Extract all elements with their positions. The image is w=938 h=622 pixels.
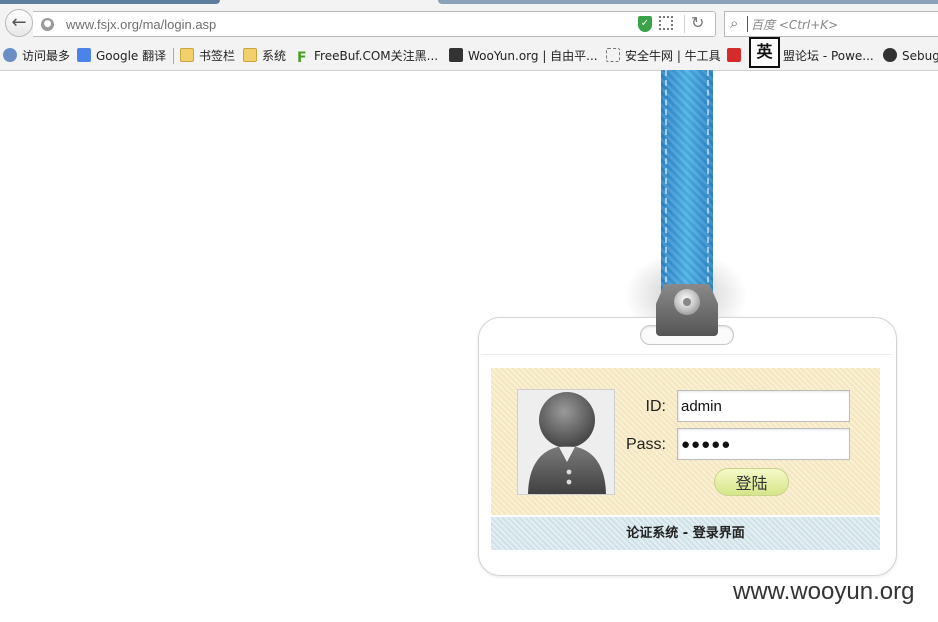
- bookmark-label: 系统: [262, 49, 287, 63]
- bookmark-label: 访问最多: [22, 49, 71, 63]
- wooyun-icon: [449, 48, 463, 62]
- bookmark-label: WooYun.org | 自由平...: [468, 49, 598, 63]
- arrow-left-icon: ←: [11, 12, 27, 33]
- reload-icon[interactable]: ↻: [691, 13, 704, 32]
- bookmark-aqniu[interactable]: 安全牛网 | 牛工具: [606, 47, 721, 65]
- id-label: ID:: [645, 398, 666, 415]
- active-tab-edge[interactable]: [0, 0, 220, 4]
- qr-code-icon[interactable]: [659, 16, 673, 30]
- pass-label: Pass:: [625, 436, 666, 453]
- freebuf-icon: F: [297, 50, 307, 66]
- search-input[interactable]: [751, 16, 931, 34]
- bookmark-label: Google 翻译: [96, 49, 167, 63]
- search-icon[interactable]: ⌕: [730, 14, 738, 32]
- bookmarks-toolbar: 访问最多 Google 翻译 书签栏 系统 F FreeBuf.COM关注黑...…: [0, 44, 938, 68]
- login-button[interactable]: 登陆: [714, 468, 789, 496]
- folder-icon: [180, 48, 194, 62]
- bookmark-label: 书签栏: [199, 49, 236, 63]
- system-footer: 论证系统 - 登录界面: [491, 517, 880, 550]
- globe-icon: ●: [41, 18, 54, 31]
- bookmark-label: 安全牛网 | 牛工具: [625, 49, 721, 63]
- text-cursor: [747, 16, 748, 32]
- ime-indicator[interactable]: 英: [749, 37, 780, 68]
- browser-chrome: ← ● www.fsjx.org/ma/login.asp ✓ ↻ ⌕ 访问最多…: [0, 0, 938, 71]
- bookmark-folder-system[interactable]: 系统: [243, 47, 286, 65]
- bookmark-most-visited[interactable]: 访问最多: [3, 47, 70, 65]
- card-divider: [481, 354, 892, 355]
- bookmark-freebuf[interactable]: F FreeBuf.COM关注黑...: [297, 47, 438, 65]
- back-button[interactable]: ←: [5, 9, 33, 37]
- rivet-icon: [674, 289, 700, 315]
- bookmark-label: Sebug: [902, 49, 938, 63]
- bookmark-folder-bookmarks-bar[interactable]: 书签栏: [180, 47, 235, 65]
- avatar: [517, 389, 615, 495]
- user-silhouette-icon: [528, 392, 606, 494]
- folder-icon: [243, 48, 257, 62]
- shield-check-icon[interactable]: ✓: [638, 16, 652, 32]
- bookmark-separator: [173, 48, 174, 64]
- page-icon: [606, 48, 620, 62]
- bookmark-label: FreeBuf.COM关注黑...: [314, 49, 439, 63]
- search-bar[interactable]: ⌕: [724, 11, 938, 37]
- google-translate-icon: [77, 48, 91, 62]
- sebug-icon: [883, 48, 897, 62]
- password-input[interactable]: [677, 428, 850, 460]
- bookmark-label: 盟论坛 - Powe...: [783, 49, 874, 63]
- url-text[interactable]: www.fsjx.org/ma/login.asp: [66, 17, 216, 32]
- bookmark-sebug[interactable]: Sebug: [883, 47, 938, 65]
- red-site-icon: [727, 48, 741, 62]
- bookmark-wooyun[interactable]: WooYun.org | 自由平...: [449, 47, 598, 65]
- tab-strip-edge[interactable]: [438, 0, 938, 4]
- lanyard-strap: [661, 70, 713, 302]
- most-visited-icon: [3, 48, 17, 62]
- bookmark-google-translate[interactable]: Google 翻译: [77, 47, 166, 65]
- watermark: www.wooyun.org: [733, 578, 915, 605]
- url-bar[interactable]: ● www.fsjx.org/ma/login.asp ✓ ↻: [33, 11, 716, 37]
- id-input[interactable]: [677, 390, 850, 422]
- url-divider: [684, 15, 685, 33]
